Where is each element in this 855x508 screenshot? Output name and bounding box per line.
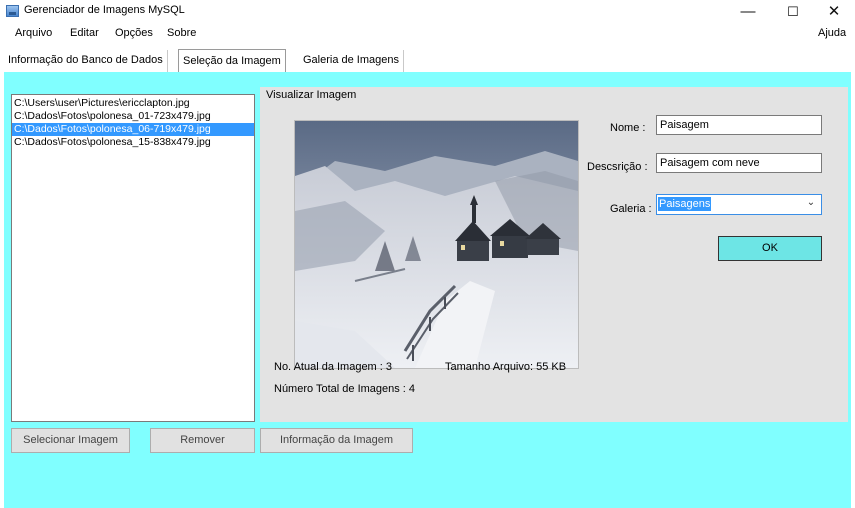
file-size-label: Tamanho Arquivo: 55 KB (445, 361, 567, 373)
menu-bar: Arquivo Editar Opções Sobre Ajuda (0, 23, 855, 45)
image-file-list[interactable]: C:\Users\user\Pictures\ericclapton.jpg C… (11, 94, 255, 422)
ok-button[interactable]: OK (718, 236, 822, 261)
remove-button[interactable]: Remover (150, 428, 255, 453)
menu-editar[interactable]: Editar (70, 27, 99, 39)
list-item[interactable]: C:\Users\user\Pictures\ericclapton.jpg (12, 97, 254, 110)
list-item-selected[interactable]: C:\Dados\Fotos\polonesa_06-719x479.jpg (12, 123, 254, 136)
description-field[interactable]: Paisagem com neve (656, 153, 822, 173)
total-images-label: Número Total de Imagens : 4 (274, 383, 416, 395)
name-label: Nome : (610, 122, 646, 134)
menu-sobre[interactable]: Sobre (167, 27, 196, 39)
menu-ajuda[interactable]: Ajuda (818, 27, 846, 39)
maximize-button[interactable]: ☐ (773, 0, 813, 23)
select-image-button[interactable]: Selecionar Imagem (11, 428, 130, 453)
gallery-selected-value: Paisagens (658, 197, 712, 211)
close-button[interactable]: ✕ (814, 0, 854, 23)
tab-strip: Informação do Banco de Dados Seleção da … (0, 45, 855, 73)
preview-group-title: Visualizar Imagem (266, 89, 357, 101)
tab-database-info[interactable]: Informação do Banco de Dados (4, 50, 168, 72)
name-field[interactable]: Paisagem (656, 115, 822, 135)
image-info-button[interactable]: Informação da Imagem (260, 428, 413, 453)
image-preview (294, 120, 579, 369)
gallery-combobox[interactable]: Paisagens ⌄ (656, 194, 822, 215)
minimize-button[interactable]: — (728, 0, 768, 23)
title-bar: Gerenciador de Imagens MySQL — ☐ ✕ (0, 0, 855, 23)
menu-arquivo[interactable]: Arquivo (15, 27, 52, 39)
list-item[interactable]: C:\Dados\Fotos\polonesa_15-838x479.jpg (12, 136, 254, 149)
window-title: Gerenciador de Imagens MySQL (24, 4, 185, 16)
tab-image-gallery[interactable]: Galeria de Imagens (299, 50, 404, 72)
app-icon (6, 5, 19, 17)
preview-groupbox: Visualizar Imagem No. Atual da Imagem: … (260, 87, 848, 422)
list-item[interactable]: C:\Dados\Fotos\polonesa_01-723x479.jpg (12, 110, 254, 123)
snowy-mountain-cabin-photo (295, 121, 578, 368)
tab-image-selection[interactable]: Seleção da Imagem (178, 49, 286, 73)
current-image-number: No. Atual da Imagem : 3 (274, 361, 393, 373)
description-label: Descsrição : (587, 161, 648, 173)
menu-opcoes[interactable]: Opções (115, 27, 153, 39)
tab-content: C:\Users\user\Pictures\ericclapton.jpg C… (4, 72, 851, 508)
chevron-down-icon[interactable]: ⌄ (805, 197, 817, 212)
gallery-label: Galeria : (610, 203, 652, 215)
